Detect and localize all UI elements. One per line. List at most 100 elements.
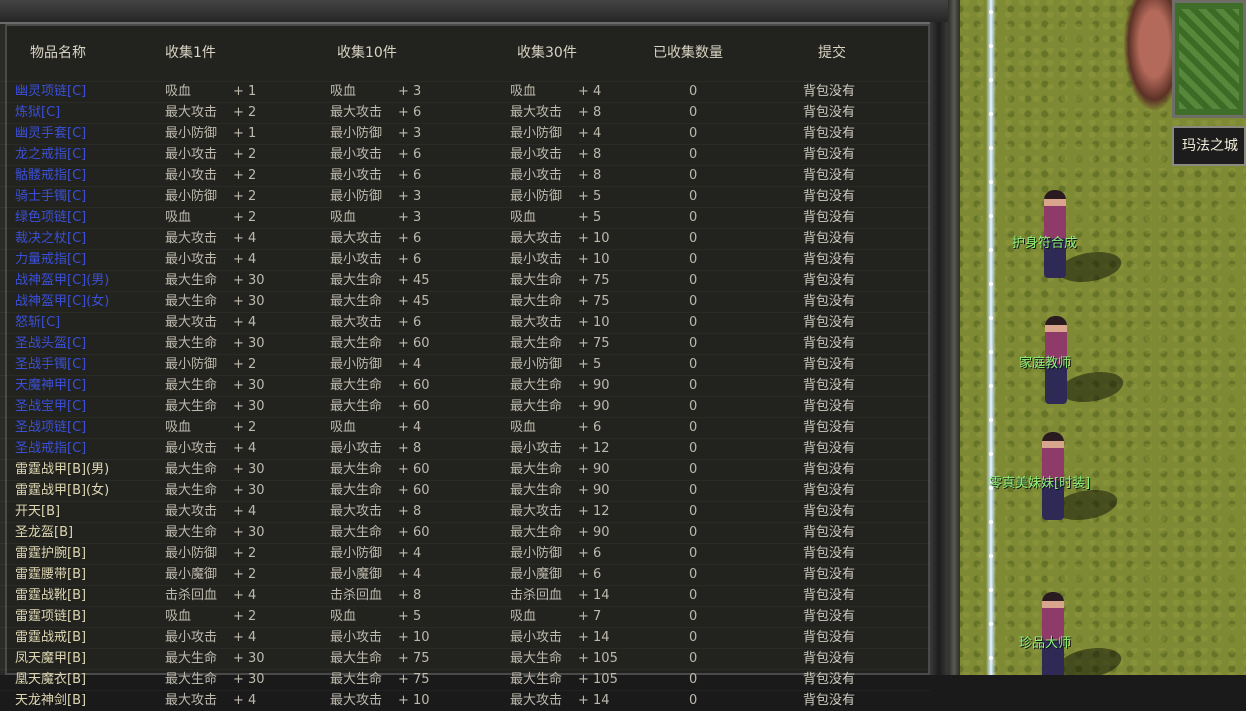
- item-name[interactable]: 圣战项链[C]: [15, 418, 86, 438]
- attr-10: 吸血: [330, 609, 357, 624]
- item-row: 开天[B] 最大攻击 + 4 最大攻击 + 8 最大攻击 + 12 0 背包没有: [0, 501, 930, 522]
- collected-count: 0: [689, 588, 698, 603]
- item-name[interactable]: 雷霆战甲[B](男): [15, 460, 109, 480]
- submit-status[interactable]: 背包没有: [803, 355, 855, 375]
- attr-10: 最小防御: [330, 126, 383, 141]
- submit-status[interactable]: 背包没有: [803, 397, 855, 417]
- submit-status[interactable]: 背包没有: [803, 187, 855, 207]
- item-name[interactable]: 幽灵项链[C]: [15, 82, 86, 102]
- item-row: 圣战手镯[C] 最小防御 + 2 最小防御 + 4 最小防御 + 5 0 背包没有: [0, 354, 930, 375]
- header-collect-10: 收集10件: [337, 45, 397, 61]
- game-scene: 玛法之城 护身符合成 家庭教师 零真美妹妹[时装] 珍品大师: [948, 0, 1246, 675]
- item-name[interactable]: 雷霆腰带[B]: [15, 565, 86, 585]
- attr-10: 击杀回血: [330, 588, 383, 603]
- item-name[interactable]: 圣战宝甲[C]: [15, 397, 86, 417]
- item-name[interactable]: 天魔神甲[C]: [15, 376, 86, 396]
- submit-status[interactable]: 背包没有: [803, 481, 855, 501]
- item-name[interactable]: 凰天魔衣[B]: [15, 670, 86, 690]
- collected-count: 0: [689, 651, 698, 666]
- submit-status[interactable]: 背包没有: [803, 334, 855, 354]
- value-30: + 10: [578, 315, 610, 330]
- submit-status[interactable]: 背包没有: [803, 439, 855, 459]
- npc-name-fashion[interactable]: 零真美妹妹[时装]: [989, 472, 1090, 491]
- attr-10: 最小攻击: [330, 168, 383, 183]
- npc-name-treasure-master[interactable]: 珍品大师: [1019, 632, 1071, 651]
- item-name[interactable]: 雷霆战靴[B]: [15, 586, 86, 606]
- submit-status[interactable]: 背包没有: [803, 649, 855, 669]
- submit-status[interactable]: 背包没有: [803, 166, 855, 186]
- beam-bead: [989, 350, 993, 354]
- item-name[interactable]: 力量戒指[C]: [15, 250, 86, 270]
- submit-status[interactable]: 背包没有: [803, 271, 855, 291]
- value-10: + 3: [398, 210, 422, 225]
- npc-name-tutor[interactable]: 家庭教师: [1019, 352, 1071, 371]
- item-name[interactable]: 炼狱[C]: [15, 103, 60, 123]
- item-name[interactable]: 战神盔甲[C](女): [15, 292, 109, 312]
- attr-10: 最大生命: [330, 483, 383, 498]
- item-name[interactable]: 圣战手镯[C]: [15, 355, 86, 375]
- value-1: + 4: [233, 315, 257, 330]
- submit-status[interactable]: 背包没有: [803, 670, 855, 690]
- attr-10: 最大生命: [330, 378, 383, 393]
- item-name[interactable]: 雷霆护腕[B]: [15, 544, 86, 564]
- npc-name-amulet-synthesis[interactable]: 护身符合成: [1012, 232, 1077, 251]
- item-name[interactable]: 开天[B]: [15, 502, 60, 522]
- submit-status[interactable]: 背包没有: [803, 250, 855, 270]
- header-collect-30: 收集30件: [517, 45, 577, 61]
- submit-status[interactable]: 背包没有: [803, 208, 855, 228]
- item-name[interactable]: 绿色项链[C]: [15, 208, 86, 228]
- item-row: 圣战宝甲[C] 最大生命 + 30 最大生命 + 60 最大生命 + 90 0 背包没有: [0, 396, 930, 417]
- item-name[interactable]: 幽灵手套[C]: [15, 124, 86, 144]
- item-name[interactable]: 圣战头盔[C]: [15, 334, 86, 354]
- submit-status[interactable]: 背包没有: [803, 292, 855, 312]
- value-10: + 4: [398, 567, 422, 582]
- item-row: 骷髅戒指[C] 最小攻击 + 2 最小攻击 + 6 最小攻击 + 8 0 背包没有: [0, 165, 930, 186]
- panel-title-bar: [0, 0, 948, 24]
- item-name[interactable]: 骷髅戒指[C]: [15, 166, 86, 186]
- item-name[interactable]: 雷霆战戒[B]: [15, 628, 86, 648]
- item-row: 战神盔甲[C](女) 最大生命 + 30 最大生命 + 45 最大生命 + 75 0 背包没有: [0, 291, 930, 312]
- item-name[interactable]: 怒斩[C]: [15, 313, 60, 333]
- attr-1: 最大攻击: [165, 231, 218, 246]
- minimap[interactable]: [1172, 0, 1246, 118]
- item-name[interactable]: 圣战戒指[C]: [15, 439, 86, 459]
- submit-status[interactable]: 背包没有: [803, 565, 855, 585]
- item-name[interactable]: 雷霆项链[B]: [15, 607, 86, 627]
- item-name[interactable]: 凤天魔甲[B]: [15, 649, 86, 669]
- attr-1: 最大生命: [165, 336, 218, 351]
- attr-1: 最大攻击: [165, 315, 218, 330]
- item-name[interactable]: 雷霆战甲[B](女): [15, 481, 109, 501]
- submit-status[interactable]: 背包没有: [803, 145, 855, 165]
- item-name[interactable]: 裁决之杖[C]: [15, 229, 86, 249]
- submit-status[interactable]: 背包没有: [803, 460, 855, 480]
- submit-status[interactable]: 背包没有: [803, 544, 855, 564]
- item-name[interactable]: 龙之戒指[C]: [15, 145, 86, 165]
- value-30: + 75: [578, 336, 610, 351]
- submit-status[interactable]: 背包没有: [803, 82, 855, 102]
- item-name[interactable]: 天龙神剑[B]: [15, 691, 86, 711]
- attr-10: 最小魔御: [330, 567, 383, 582]
- value-30: + 5: [578, 210, 602, 225]
- submit-status[interactable]: 背包没有: [803, 523, 855, 543]
- submit-status[interactable]: 背包没有: [803, 607, 855, 627]
- collected-count: 0: [689, 294, 698, 309]
- item-name[interactable]: 圣龙盔[B]: [15, 523, 73, 543]
- value-1: + 2: [233, 168, 257, 183]
- item-name[interactable]: 骑士手镯[C]: [15, 187, 86, 207]
- submit-status[interactable]: 背包没有: [803, 103, 855, 123]
- submit-status[interactable]: 背包没有: [803, 691, 855, 711]
- attr-30: 最大生命: [510, 672, 563, 687]
- submit-status[interactable]: 背包没有: [803, 502, 855, 522]
- attr-10: 最大攻击: [330, 504, 383, 519]
- submit-status[interactable]: 背包没有: [803, 418, 855, 438]
- item-name[interactable]: 战神盔甲[C](男): [15, 271, 109, 291]
- submit-status[interactable]: 背包没有: [803, 628, 855, 648]
- submit-status[interactable]: 背包没有: [803, 586, 855, 606]
- value-10: + 60: [398, 378, 430, 393]
- submit-status[interactable]: 背包没有: [803, 229, 855, 249]
- collected-count: 0: [689, 609, 698, 624]
- submit-status[interactable]: 背包没有: [803, 376, 855, 396]
- item-row: 雷霆战甲[B](男) 最大生命 + 30 最大生命 + 60 最大生命 + 90 0 背包没有: [0, 459, 930, 480]
- submit-status[interactable]: 背包没有: [803, 313, 855, 333]
- submit-status[interactable]: 背包没有: [803, 124, 855, 144]
